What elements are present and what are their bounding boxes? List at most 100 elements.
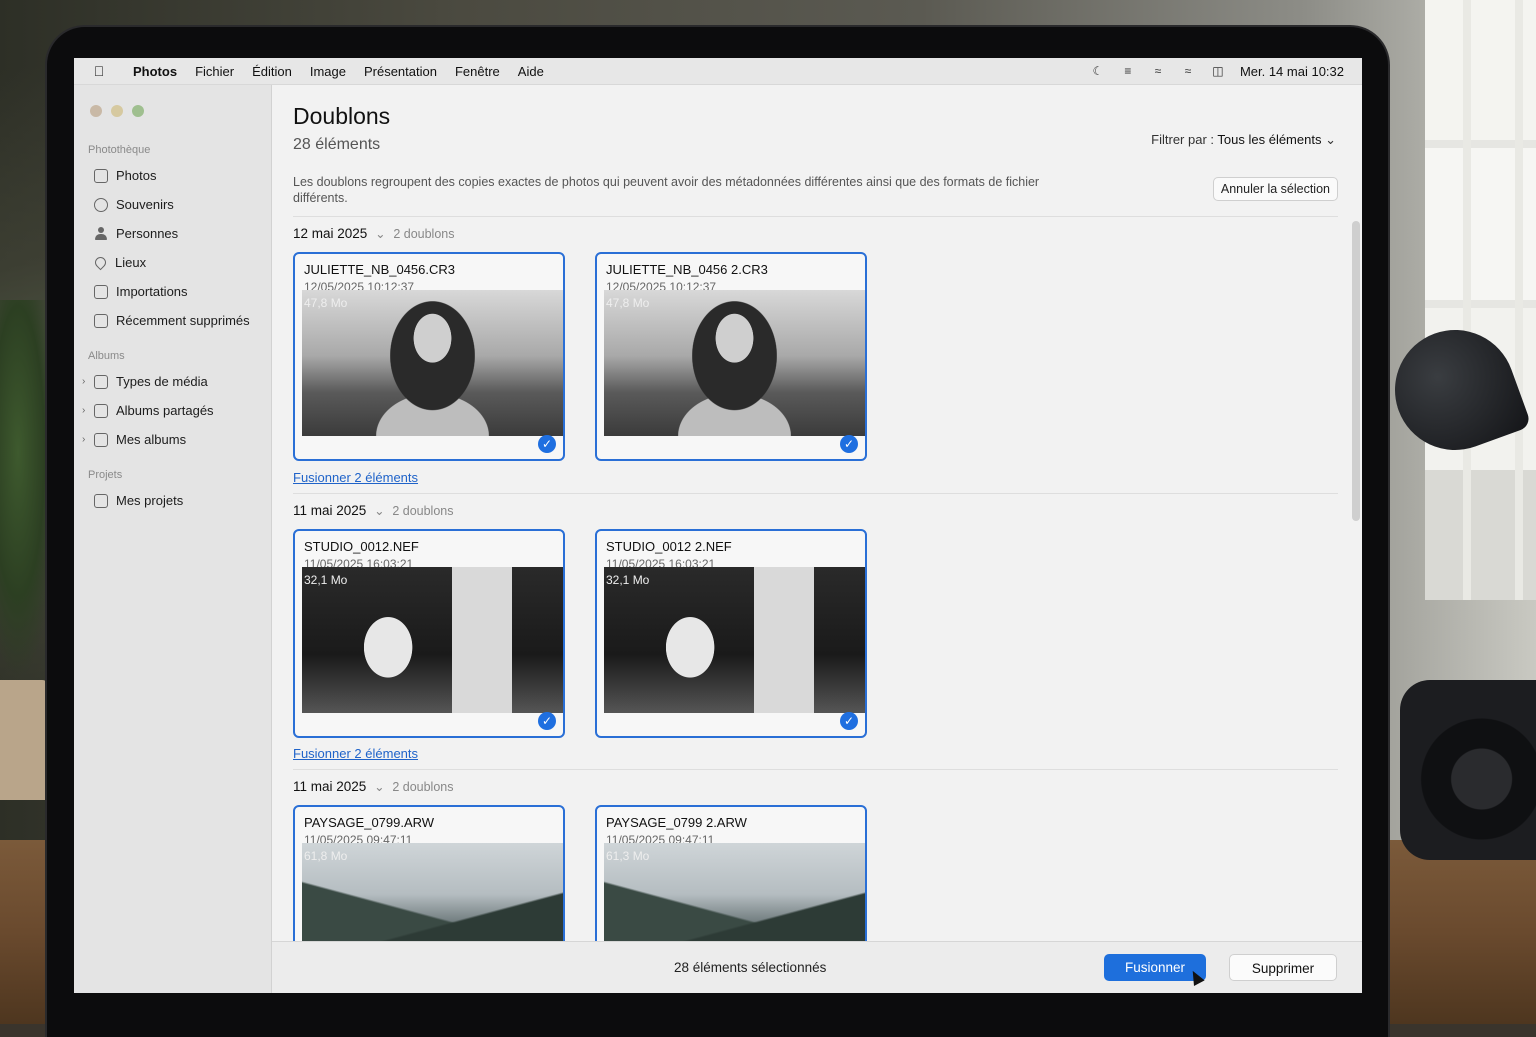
reader-icon[interactable]: ◫ bbox=[1210, 64, 1226, 78]
menu-edition[interactable]: Édition bbox=[243, 64, 301, 79]
sidebar-item-importations[interactable]: Importations bbox=[94, 284, 188, 299]
divider bbox=[293, 493, 1338, 494]
memories-icon bbox=[94, 197, 108, 212]
file-size: 32,1 Mo bbox=[304, 573, 348, 587]
sidebar-item-mes-albums[interactable]: › Mes albums bbox=[82, 432, 186, 447]
sidebar-item-albums-partages[interactable]: › Albums partagés bbox=[82, 403, 214, 418]
merge-group-link[interactable]: Fusionner 2 éléments bbox=[293, 470, 418, 485]
control-center-icon[interactable]: ≡ bbox=[1120, 64, 1136, 78]
sidebar-item-label: Albums partagés bbox=[116, 403, 214, 418]
filter-label: Filtrer par : bbox=[1151, 132, 1215, 147]
description: Les doublons regroupent des copies exact… bbox=[293, 175, 1040, 205]
page-title: Doublons bbox=[293, 103, 391, 129]
chevron-right-icon[interactable]: › bbox=[82, 376, 85, 387]
filter-dropdown[interactable]: Filtrer par : Tous les éléments ⌄ bbox=[1151, 132, 1336, 148]
photo-thumbnail[interactable] bbox=[604, 290, 865, 436]
group-header[interactable]: 12 mai 2025 ⌄ 2 doublons bbox=[293, 226, 455, 241]
file-name: PAYSAGE_0799.ARW bbox=[304, 815, 435, 830]
duplicate-card[interactable]: STUDIO_0012.NEF 11/05/2025 16:03:21 32,1… bbox=[293, 529, 565, 738]
file-size: 47,8 Mo bbox=[304, 296, 348, 310]
sidebar-section-albums: Albums bbox=[88, 350, 125, 362]
plant-pot bbox=[0, 680, 50, 800]
file-name: STUDIO_0012.NEF bbox=[304, 539, 419, 554]
menu-app-name[interactable]: Photos bbox=[124, 64, 186, 79]
sidebar-item-souvenirs[interactable]: Souvenirs bbox=[94, 197, 174, 212]
photos-icon bbox=[94, 168, 108, 183]
sidebar-item-label: Personnes bbox=[116, 226, 179, 241]
group-header[interactable]: 11 mai 2025 ⌄ 2 doublons bbox=[293, 503, 454, 518]
sidebar-item-photos[interactable]: Photos bbox=[94, 168, 156, 183]
group-count: 2 doublons bbox=[392, 780, 454, 794]
room-window bbox=[1425, 0, 1536, 600]
menu-image[interactable]: Image bbox=[301, 64, 355, 79]
chevron-right-icon[interactable]: › bbox=[82, 405, 85, 416]
file-size: 32,1 Mo bbox=[606, 573, 650, 587]
menu-aide[interactable]: Aide bbox=[509, 64, 553, 79]
menu-fichier[interactable]: Fichier bbox=[186, 64, 243, 79]
group-date: 11 mai 2025 bbox=[293, 779, 367, 794]
sidebar-item-types-de-media[interactable]: › Types de média bbox=[82, 374, 208, 389]
group-count: 2 doublons bbox=[392, 504, 454, 518]
shared-album-icon bbox=[94, 403, 108, 418]
sidebar-item-mes-projets[interactable]: Mes projets bbox=[94, 493, 183, 508]
chevron-down-icon: ⌄ bbox=[374, 504, 385, 518]
minimize-window-button[interactable] bbox=[111, 105, 123, 117]
menu-presentation[interactable]: Présentation bbox=[355, 64, 446, 79]
duplicate-card[interactable]: JULIETTE_NB_0456 2.CR3 12/05/2025 10:12:… bbox=[595, 252, 867, 461]
duplicate-card[interactable]: STUDIO_0012 2.NEF 11/05/2025 16:03:21 32… bbox=[595, 529, 867, 738]
trash-icon bbox=[94, 313, 108, 328]
bottom-bar: 28 éléments sélectionnés Fusionner Suppr… bbox=[272, 941, 1362, 993]
item-count: 28 éléments bbox=[293, 136, 381, 153]
sidebar-item-lieux[interactable]: Lieux bbox=[92, 254, 147, 271]
selection-count: 28 éléments sélectionnés bbox=[674, 960, 827, 975]
checkmark-icon[interactable]: ✓ bbox=[538, 435, 556, 453]
wifi-icon[interactable]: ≈ bbox=[1150, 64, 1166, 78]
laptop-screen:  Photos Fichier Édition Image Présentat… bbox=[74, 58, 1362, 993]
wifi-icon[interactable]: ≈ bbox=[1180, 64, 1196, 78]
close-window-button[interactable] bbox=[90, 105, 102, 117]
pin-icon bbox=[92, 254, 109, 271]
file-name: PAYSAGE_0799 2.ARW bbox=[606, 815, 747, 830]
import-icon bbox=[94, 284, 108, 299]
menu-fenetre[interactable]: Fenêtre bbox=[446, 64, 509, 79]
group-count: 2 doublons bbox=[393, 227, 455, 241]
focus-icon[interactable]: ☾ bbox=[1090, 64, 1106, 78]
delete-button[interactable]: Supprimer bbox=[1229, 954, 1337, 981]
file-size: 61,3 Mo bbox=[606, 849, 650, 863]
chevron-down-icon: ⌄ bbox=[374, 780, 385, 794]
file-size: 61,8 Mo bbox=[304, 849, 348, 863]
checkmark-icon[interactable]: ✓ bbox=[840, 435, 858, 453]
folder-icon bbox=[94, 493, 108, 508]
menu-bar:  Photos Fichier Édition Image Présentat… bbox=[74, 58, 1362, 85]
sidebar-item-label: Importations bbox=[116, 284, 188, 299]
duplicate-card[interactable]: JULIETTE_NB_0456.CR3 12/05/2025 10:12:37… bbox=[293, 252, 565, 461]
photo-thumbnail[interactable] bbox=[302, 567, 563, 713]
sidebar-item-recemment-supprimes[interactable]: Récemment supprimés bbox=[94, 313, 250, 328]
checkmark-icon[interactable]: ✓ bbox=[538, 712, 556, 730]
file-name: STUDIO_0012 2.NEF bbox=[606, 539, 732, 554]
window-controls bbox=[90, 105, 144, 117]
chevron-right-icon[interactable]: › bbox=[82, 434, 85, 445]
checkmark-icon[interactable]: ✓ bbox=[840, 712, 858, 730]
scrollbar[interactable] bbox=[1352, 221, 1360, 521]
group-date: 12 mai 2025 bbox=[293, 226, 368, 241]
file-size: 47,8 Mo bbox=[606, 296, 650, 310]
photo-thumbnail[interactable] bbox=[302, 290, 563, 436]
apple-icon[interactable]:  bbox=[74, 63, 124, 79]
sidebar-item-label: Lieux bbox=[115, 255, 147, 270]
sidebar-item-personnes[interactable]: Personnes bbox=[94, 226, 178, 241]
person-icon bbox=[94, 226, 108, 241]
group-header[interactable]: 11 mai 2025 ⌄ 2 doublons bbox=[293, 779, 454, 794]
menu-datetime[interactable]: Mer. 14 mai 10:32 bbox=[1240, 64, 1344, 79]
camera bbox=[1400, 680, 1536, 860]
sidebar-item-label: Types de média bbox=[116, 374, 208, 389]
cancel-selection-button[interactable]: Annuler la sélection bbox=[1212, 177, 1338, 201]
merge-group-link[interactable]: Fusionner 2 éléments bbox=[293, 746, 418, 761]
filter-value: Tous les éléments bbox=[1217, 132, 1322, 147]
chevron-down-icon: ⌄ bbox=[375, 227, 386, 241]
photo-thumbnail[interactable] bbox=[604, 567, 865, 713]
chevron-down-icon: ⌄ bbox=[1325, 132, 1336, 147]
file-name: JULIETTE_NB_0456.CR3 bbox=[304, 262, 456, 277]
file-name: JULIETTE_NB_0456 2.CR3 bbox=[606, 262, 768, 277]
zoom-window-button[interactable] bbox=[132, 105, 144, 117]
